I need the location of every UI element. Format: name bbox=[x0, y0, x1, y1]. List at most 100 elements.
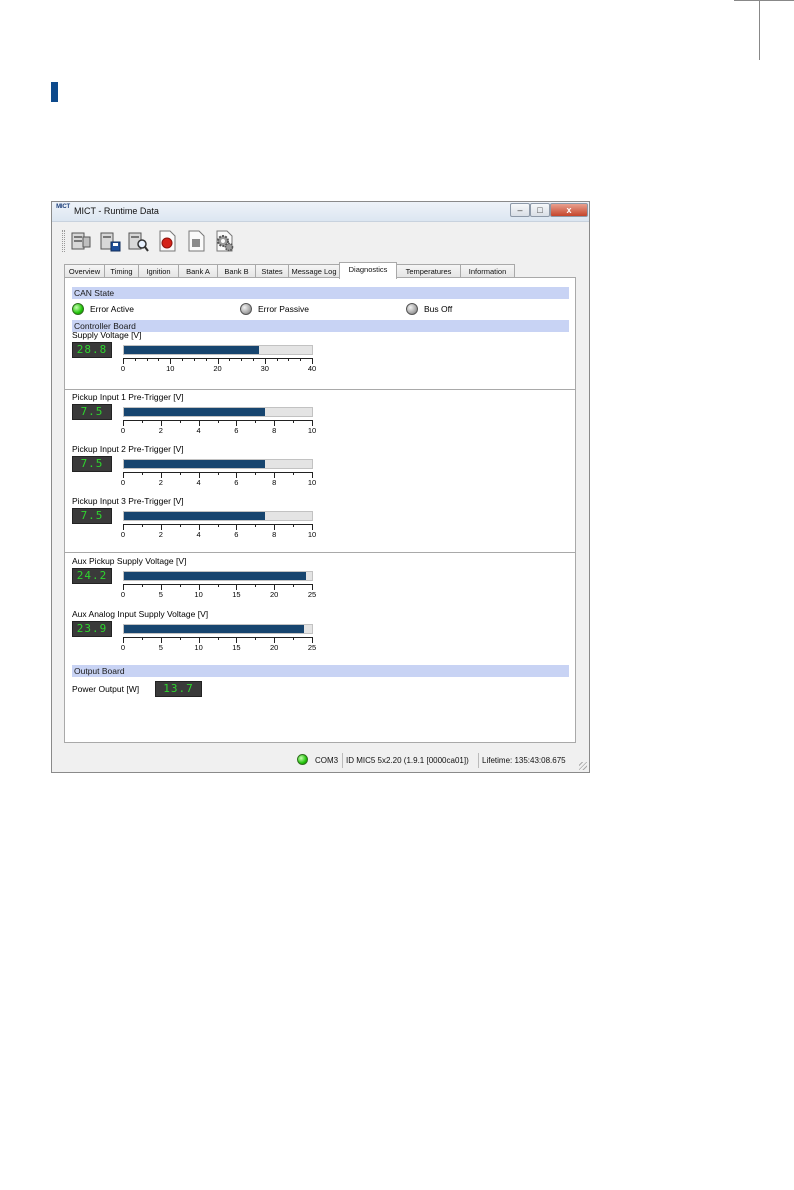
divider bbox=[65, 389, 575, 390]
scale-tick-label: 8 bbox=[272, 478, 277, 487]
indicator-error-active: Error Active bbox=[72, 302, 192, 316]
title-bar[interactable]: MICT MICT - Runtime Data – □ x bbox=[52, 202, 589, 222]
maximize-button[interactable]: □ bbox=[530, 203, 550, 217]
tab-temperatures[interactable]: Temperatures bbox=[396, 264, 461, 278]
scale-tick-label: 20 bbox=[270, 590, 279, 599]
scale-tick-label: 10 bbox=[307, 478, 317, 487]
output-board-header: Output Board bbox=[72, 665, 569, 677]
app-logo: MICT bbox=[56, 204, 70, 210]
close-button[interactable]: x bbox=[550, 203, 588, 217]
tab-message-log[interactable]: Message Log bbox=[288, 264, 340, 278]
status-port: COM3 bbox=[315, 756, 339, 765]
resize-grip-icon[interactable] bbox=[579, 762, 587, 770]
scale-tick-label: 0 bbox=[120, 643, 126, 652]
scale-tick bbox=[255, 524, 257, 527]
scale-tick bbox=[255, 637, 257, 640]
meter-label: Aux Pickup Supply Voltage [V] bbox=[72, 556, 187, 566]
meter-bar-fill bbox=[124, 625, 304, 633]
meter-bar-track bbox=[123, 624, 313, 634]
meter-scale: 0 5 10 15 20 25 bbox=[121, 584, 317, 599]
scale-tick bbox=[293, 472, 295, 475]
meter-scale: 0 2 4 6 8 10 bbox=[120, 524, 316, 539]
scale-tick-label: 2 bbox=[158, 426, 163, 435]
record-icon[interactable] bbox=[155, 229, 179, 253]
runtime-data-window: MICT MICT - Runtime Data – □ x Overview T… bbox=[51, 201, 590, 773]
diagnostics-panel: CAN State Error Active Error Passive Bus… bbox=[64, 277, 576, 743]
scale-tick-label: 10 bbox=[194, 643, 203, 652]
scale-tick-label: 0 bbox=[120, 530, 126, 539]
indicator-error-passive: Error Passive bbox=[240, 302, 360, 316]
scale-tick-label: 25 bbox=[307, 643, 317, 652]
scale-tick-label: 0 bbox=[120, 426, 126, 435]
scale-tick bbox=[182, 358, 184, 361]
stop-icon[interactable] bbox=[184, 229, 208, 253]
tab-bank-a[interactable]: Bank A bbox=[178, 264, 218, 278]
status-separator bbox=[478, 753, 479, 768]
read-computer-icon[interactable] bbox=[69, 229, 93, 253]
scale-tick-label: 6 bbox=[234, 530, 239, 539]
scale-tick-label: 6 bbox=[234, 478, 239, 487]
scale-tick bbox=[288, 358, 290, 361]
scale-tick bbox=[241, 358, 243, 361]
meter-label: Pickup Input 3 Pre-Trigger [V] bbox=[72, 496, 184, 506]
scale-tick-label: 15 bbox=[232, 643, 241, 652]
scale-tick-label: 5 bbox=[158, 590, 163, 599]
scale-tick bbox=[179, 637, 181, 640]
meter-display: 28.8 bbox=[72, 342, 112, 358]
meter-bar-fill bbox=[124, 346, 260, 354]
tab-timing[interactable]: Timing bbox=[104, 264, 139, 278]
scale-tick-label: 8 bbox=[272, 530, 277, 539]
tab-overview[interactable]: Overview bbox=[64, 264, 105, 278]
scale-tick-label: 20 bbox=[270, 643, 279, 652]
tab-states[interactable]: States bbox=[255, 264, 289, 278]
scale-tick-label: 0 bbox=[120, 478, 126, 487]
scale-tick-label: 2 bbox=[158, 530, 163, 539]
crop-mark-horizontal bbox=[734, 0, 794, 1]
minimize-button[interactable]: – bbox=[510, 203, 530, 217]
scale-tick bbox=[217, 637, 219, 640]
scale-tick bbox=[141, 524, 143, 527]
scale-tick-label: 5 bbox=[158, 643, 163, 652]
meter-bar-track bbox=[123, 511, 313, 521]
connection-status-icon bbox=[297, 754, 308, 765]
controller-board-header: Controller Board bbox=[72, 320, 569, 332]
scale-tick-label: 2 bbox=[158, 478, 163, 487]
search-computer-icon[interactable] bbox=[126, 229, 150, 253]
toolbar bbox=[52, 222, 589, 258]
meter-display: 7.5 bbox=[72, 456, 112, 472]
tab-ignition[interactable]: Ignition bbox=[138, 264, 179, 278]
scale-tick-label: 10 bbox=[194, 590, 203, 599]
scale-tick bbox=[141, 584, 143, 587]
scale-tick-label: 25 bbox=[307, 590, 317, 599]
scale-tick bbox=[217, 420, 219, 423]
scale-tick bbox=[293, 637, 295, 640]
meter-label: Supply Voltage [V] bbox=[72, 330, 142, 340]
tab-information[interactable]: Information bbox=[460, 264, 515, 278]
led-icon bbox=[406, 303, 418, 315]
meter-bar-track bbox=[123, 571, 313, 581]
settings-gears-icon[interactable] bbox=[212, 229, 236, 253]
scale-tick-label: 8 bbox=[272, 426, 277, 435]
scale-tick bbox=[179, 524, 181, 527]
scale-tick bbox=[179, 584, 181, 587]
power-output-label: Power Output [W] bbox=[72, 684, 140, 694]
tab-bank-b[interactable]: Bank B bbox=[217, 264, 256, 278]
meter-display: 23.9 bbox=[72, 621, 112, 637]
scale-tick bbox=[255, 584, 257, 587]
crop-mark-vertical bbox=[759, 0, 760, 60]
scale-tick bbox=[217, 584, 219, 587]
tab-diagnostics[interactable]: Diagnostics bbox=[339, 262, 397, 279]
scale-tick-label: 15 bbox=[232, 590, 241, 599]
scale-tick bbox=[141, 472, 143, 475]
meter-scale: 0 2 4 6 8 10 bbox=[120, 472, 317, 487]
section-marker bbox=[51, 82, 58, 102]
window-title: MICT - Runtime Data bbox=[74, 206, 159, 216]
scale-tick bbox=[293, 524, 295, 527]
indicator-label: Error Active bbox=[90, 304, 134, 314]
status-separator bbox=[342, 753, 343, 768]
meter-scale: 0 5 10 15 20 25 bbox=[120, 637, 317, 652]
meter-bar-fill bbox=[124, 408, 265, 416]
meter-bar-track bbox=[123, 459, 313, 469]
scale-tick bbox=[229, 358, 231, 361]
save-computer-icon[interactable] bbox=[98, 229, 122, 253]
